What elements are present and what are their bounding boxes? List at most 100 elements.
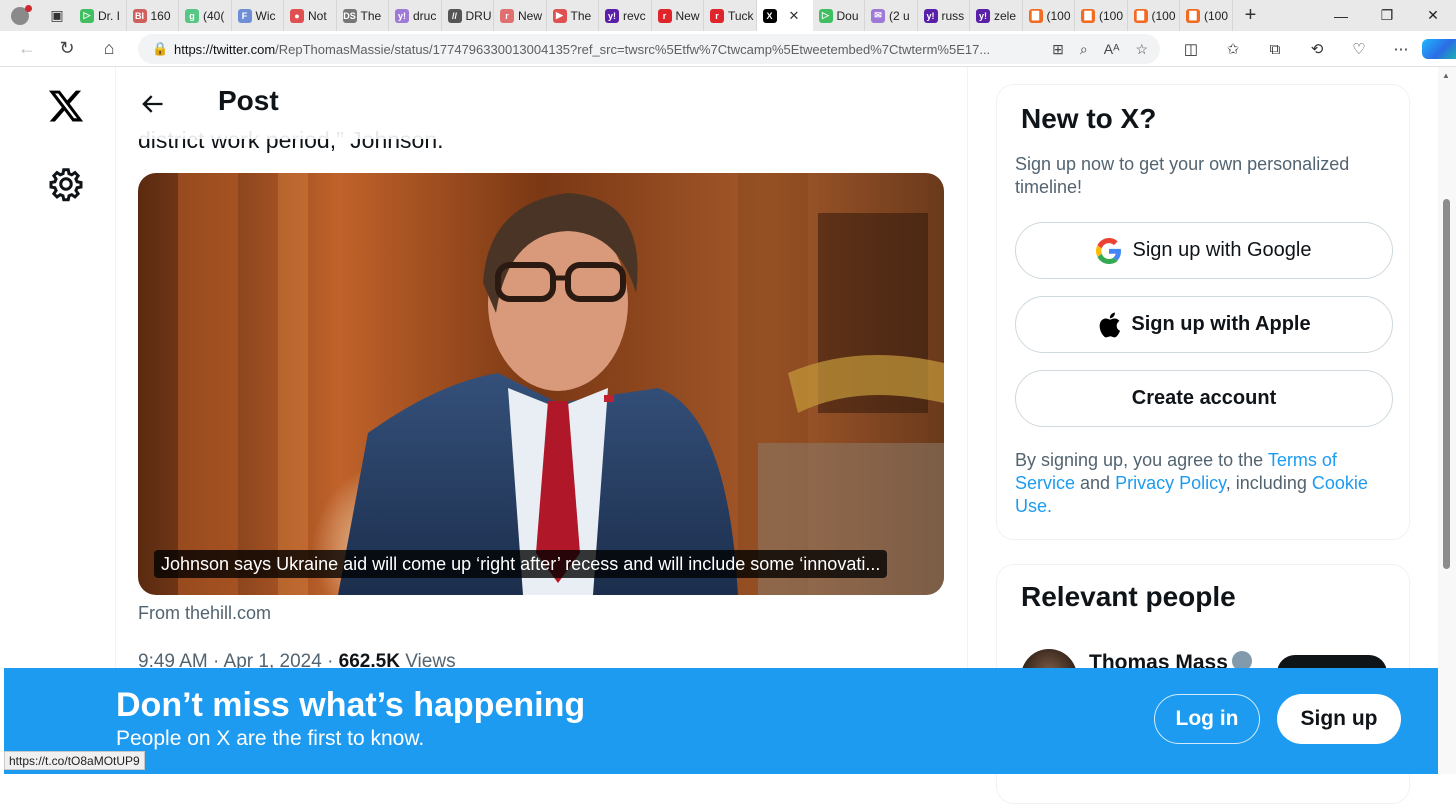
signup-apple-button[interactable]: Sign up with Apple <box>1015 296 1393 353</box>
browser-tab[interactable]: ▇ (100 <box>1128 0 1180 31</box>
browser-tab[interactable]: ▶ The <box>547 0 599 31</box>
tab-title: 160 <box>150 8 171 23</box>
tab-favicon-icon: y! <box>976 8 990 23</box>
browser-tab[interactable]: BI 160 <box>127 0 179 31</box>
tab-list: ▷ Dr. I BI 160 g (40(F Wic ● Not DS The y! druc//DRU… <box>74 0 757 31</box>
profile-button[interactable] <box>0 0 40 31</box>
signup-button[interactable]: Sign up <box>1277 694 1401 744</box>
browser-tab[interactable]: ▇ (100 <box>1075 0 1128 31</box>
restore-icon[interactable]: ❐ <box>1364 0 1410 31</box>
signup-google-button[interactable]: Sign up with Google <box>1015 222 1393 279</box>
browser-tab[interactable]: //DRU <box>442 0 494 31</box>
browser-tab[interactable]: ▷ Dou <box>813 0 865 31</box>
tab-favicon-icon: ✉ <box>871 8 885 23</box>
site-info-icon[interactable]: 🔒 <box>152 41 174 57</box>
tab-title: (100 <box>1204 8 1229 23</box>
create-account-button[interactable]: Create account <box>1015 370 1393 427</box>
browser-tab-strip: ▣ ▷ Dr. I BI 160 g (40(F Wic ● Not DS The y! druc//D… <box>0 0 1456 31</box>
scrollbar-thumb[interactable] <box>1443 199 1450 569</box>
browser-tab[interactable]: y! zele <box>970 0 1023 31</box>
browser-tab[interactable]: g (40( <box>179 0 232 31</box>
app-available-icon[interactable]: ⊞ <box>1052 41 1064 58</box>
tab-favicon-icon: y! <box>605 8 619 23</box>
page-scrollbar[interactable]: ▲ <box>1438 67 1456 774</box>
minimize-icon[interactable]: — <box>1318 0 1364 31</box>
tab-favicon-icon: y! <box>395 8 409 23</box>
collections-icon[interactable]: ⧉ <box>1254 41 1296 58</box>
refresh-icon[interactable]: ↻ <box>46 31 88 67</box>
signup-card: New to X? Sign up now to get your own pe… <box>996 84 1410 540</box>
close-window-icon[interactable]: ✕ <box>1410 0 1456 31</box>
tab-title: New <box>675 8 700 23</box>
browser-tab[interactable]: F Wic <box>232 0 284 31</box>
back-arrow-icon[interactable] <box>138 90 166 118</box>
signup-terms: By signing up, you agree to the Terms of… <box>1015 449 1399 518</box>
terms-and-text: and <box>1075 473 1116 493</box>
login-button[interactable]: Log in <box>1154 694 1260 744</box>
link-card-caption: Johnson says Ukraine aid will come up ‘r… <box>154 550 888 578</box>
tab-favicon-icon: g <box>185 8 199 23</box>
settings-gear-icon[interactable] <box>48 166 84 202</box>
privacy-link[interactable]: Privacy Policy <box>1115 473 1226 493</box>
url-host: https://twitter.com <box>174 41 276 57</box>
tab-title: Wic <box>255 8 276 23</box>
address-bar[interactable]: 🔒 https://twitter.com/RepThomasMassie/st… <box>138 34 1160 64</box>
browser-tab[interactable]: r New <box>494 0 547 31</box>
browser-tab[interactable]: r New <box>652 0 704 31</box>
login-banner: Don’t miss what’s happening People on X … <box>4 668 1438 774</box>
tab-active-x[interactable]: X ✕ <box>756 0 813 31</box>
new-tab-button[interactable]: + <box>1233 0 1269 31</box>
tab-title: druc <box>413 8 437 23</box>
browser-tab[interactable]: DS The <box>337 0 389 31</box>
apple-icon <box>1100 312 1121 337</box>
tab-title: (100 <box>1151 8 1176 23</box>
browser-tab[interactable]: y! druc <box>389 0 442 31</box>
tab-favicon-icon: DS <box>342 8 357 23</box>
link-card-image <box>138 173 944 595</box>
browser-essentials-icon[interactable]: ♡ <box>1338 40 1380 58</box>
browser-tab[interactable]: ▷ Dr. I <box>74 0 127 31</box>
tab-title: Not <box>308 8 327 23</box>
tab-title: Dou <box>836 8 859 23</box>
signup-title: New to X? <box>1021 103 1157 134</box>
zoom-icon[interactable]: ⌕ <box>1080 41 1088 58</box>
tab-favicon-icon: F <box>237 8 252 23</box>
window-controls: — ❐ ✕ <box>1318 0 1456 31</box>
url-text[interactable]: https://twitter.com/RepThomasMassie/stat… <box>174 42 996 57</box>
browser-tab[interactable]: y! russ <box>918 0 970 31</box>
scroll-up-icon[interactable]: ▲ <box>1442 71 1450 80</box>
favorites-icon[interactable]: ✩ <box>1212 40 1254 58</box>
tab-favicon-icon: ▇ <box>1081 8 1095 23</box>
browser-toolbar: ← ↻ ⌂ 🔒 https://twitter.com/RepThomasMas… <box>0 31 1456 67</box>
tab-favicon-icon: ▇ <box>1186 8 1200 23</box>
tab-favicon-icon: ● <box>290 8 304 23</box>
back-nav-icon[interactable]: ← <box>6 31 48 67</box>
signup-subtitle: Sign up now to get your own personalized… <box>1015 154 1350 197</box>
browser-tab[interactable]: ▇ (100 <box>1180 0 1233 31</box>
history-icon[interactable]: ⟲ <box>1296 40 1338 58</box>
home-icon[interactable]: ⌂ <box>88 31 130 67</box>
browser-tab[interactable]: y! revc <box>599 0 652 31</box>
tab-favicon-icon: r <box>500 8 514 23</box>
link-card[interactable]: Johnson says Ukraine aid will come up ‘r… <box>138 173 944 595</box>
browser-tab[interactable]: r Tuck <box>704 0 757 31</box>
google-icon <box>1096 237 1122 264</box>
split-screen-icon[interactable]: ◫ <box>1170 40 1212 58</box>
browser-tab[interactable]: ▇ (100 <box>1023 0 1075 31</box>
tab-list-after: ▷ Dou ✉ (2 u y! russ y! zele ▇ (100 ▇ (100 ▇ (100 ▇ (10… <box>813 0 1233 31</box>
tab-actions-icon[interactable]: ▣ <box>40 0 74 31</box>
browser-tab[interactable]: ✉ (2 u <box>865 0 918 31</box>
browser-tab[interactable]: ● Not <box>284 0 337 31</box>
read-aloud-icon[interactable]: Aᴬ <box>1104 41 1120 57</box>
favorite-star-icon[interactable]: ☆ <box>1135 41 1148 58</box>
tab-title: zele <box>994 8 1017 23</box>
copilot-icon[interactable] <box>1422 39 1456 59</box>
link-source[interactable]: From thehill.com <box>138 603 271 624</box>
tab-favicon-icon: y! <box>923 8 938 23</box>
x-logo-icon[interactable] <box>46 87 86 125</box>
tab-favicon-icon: ▷ <box>80 8 94 23</box>
tab-title: The <box>360 8 382 23</box>
signup-apple-label: Sign up with Apple <box>1131 313 1311 335</box>
tab-close-icon[interactable]: ✕ <box>789 8 800 24</box>
settings-more-icon[interactable]: ⋯ <box>1380 40 1422 58</box>
